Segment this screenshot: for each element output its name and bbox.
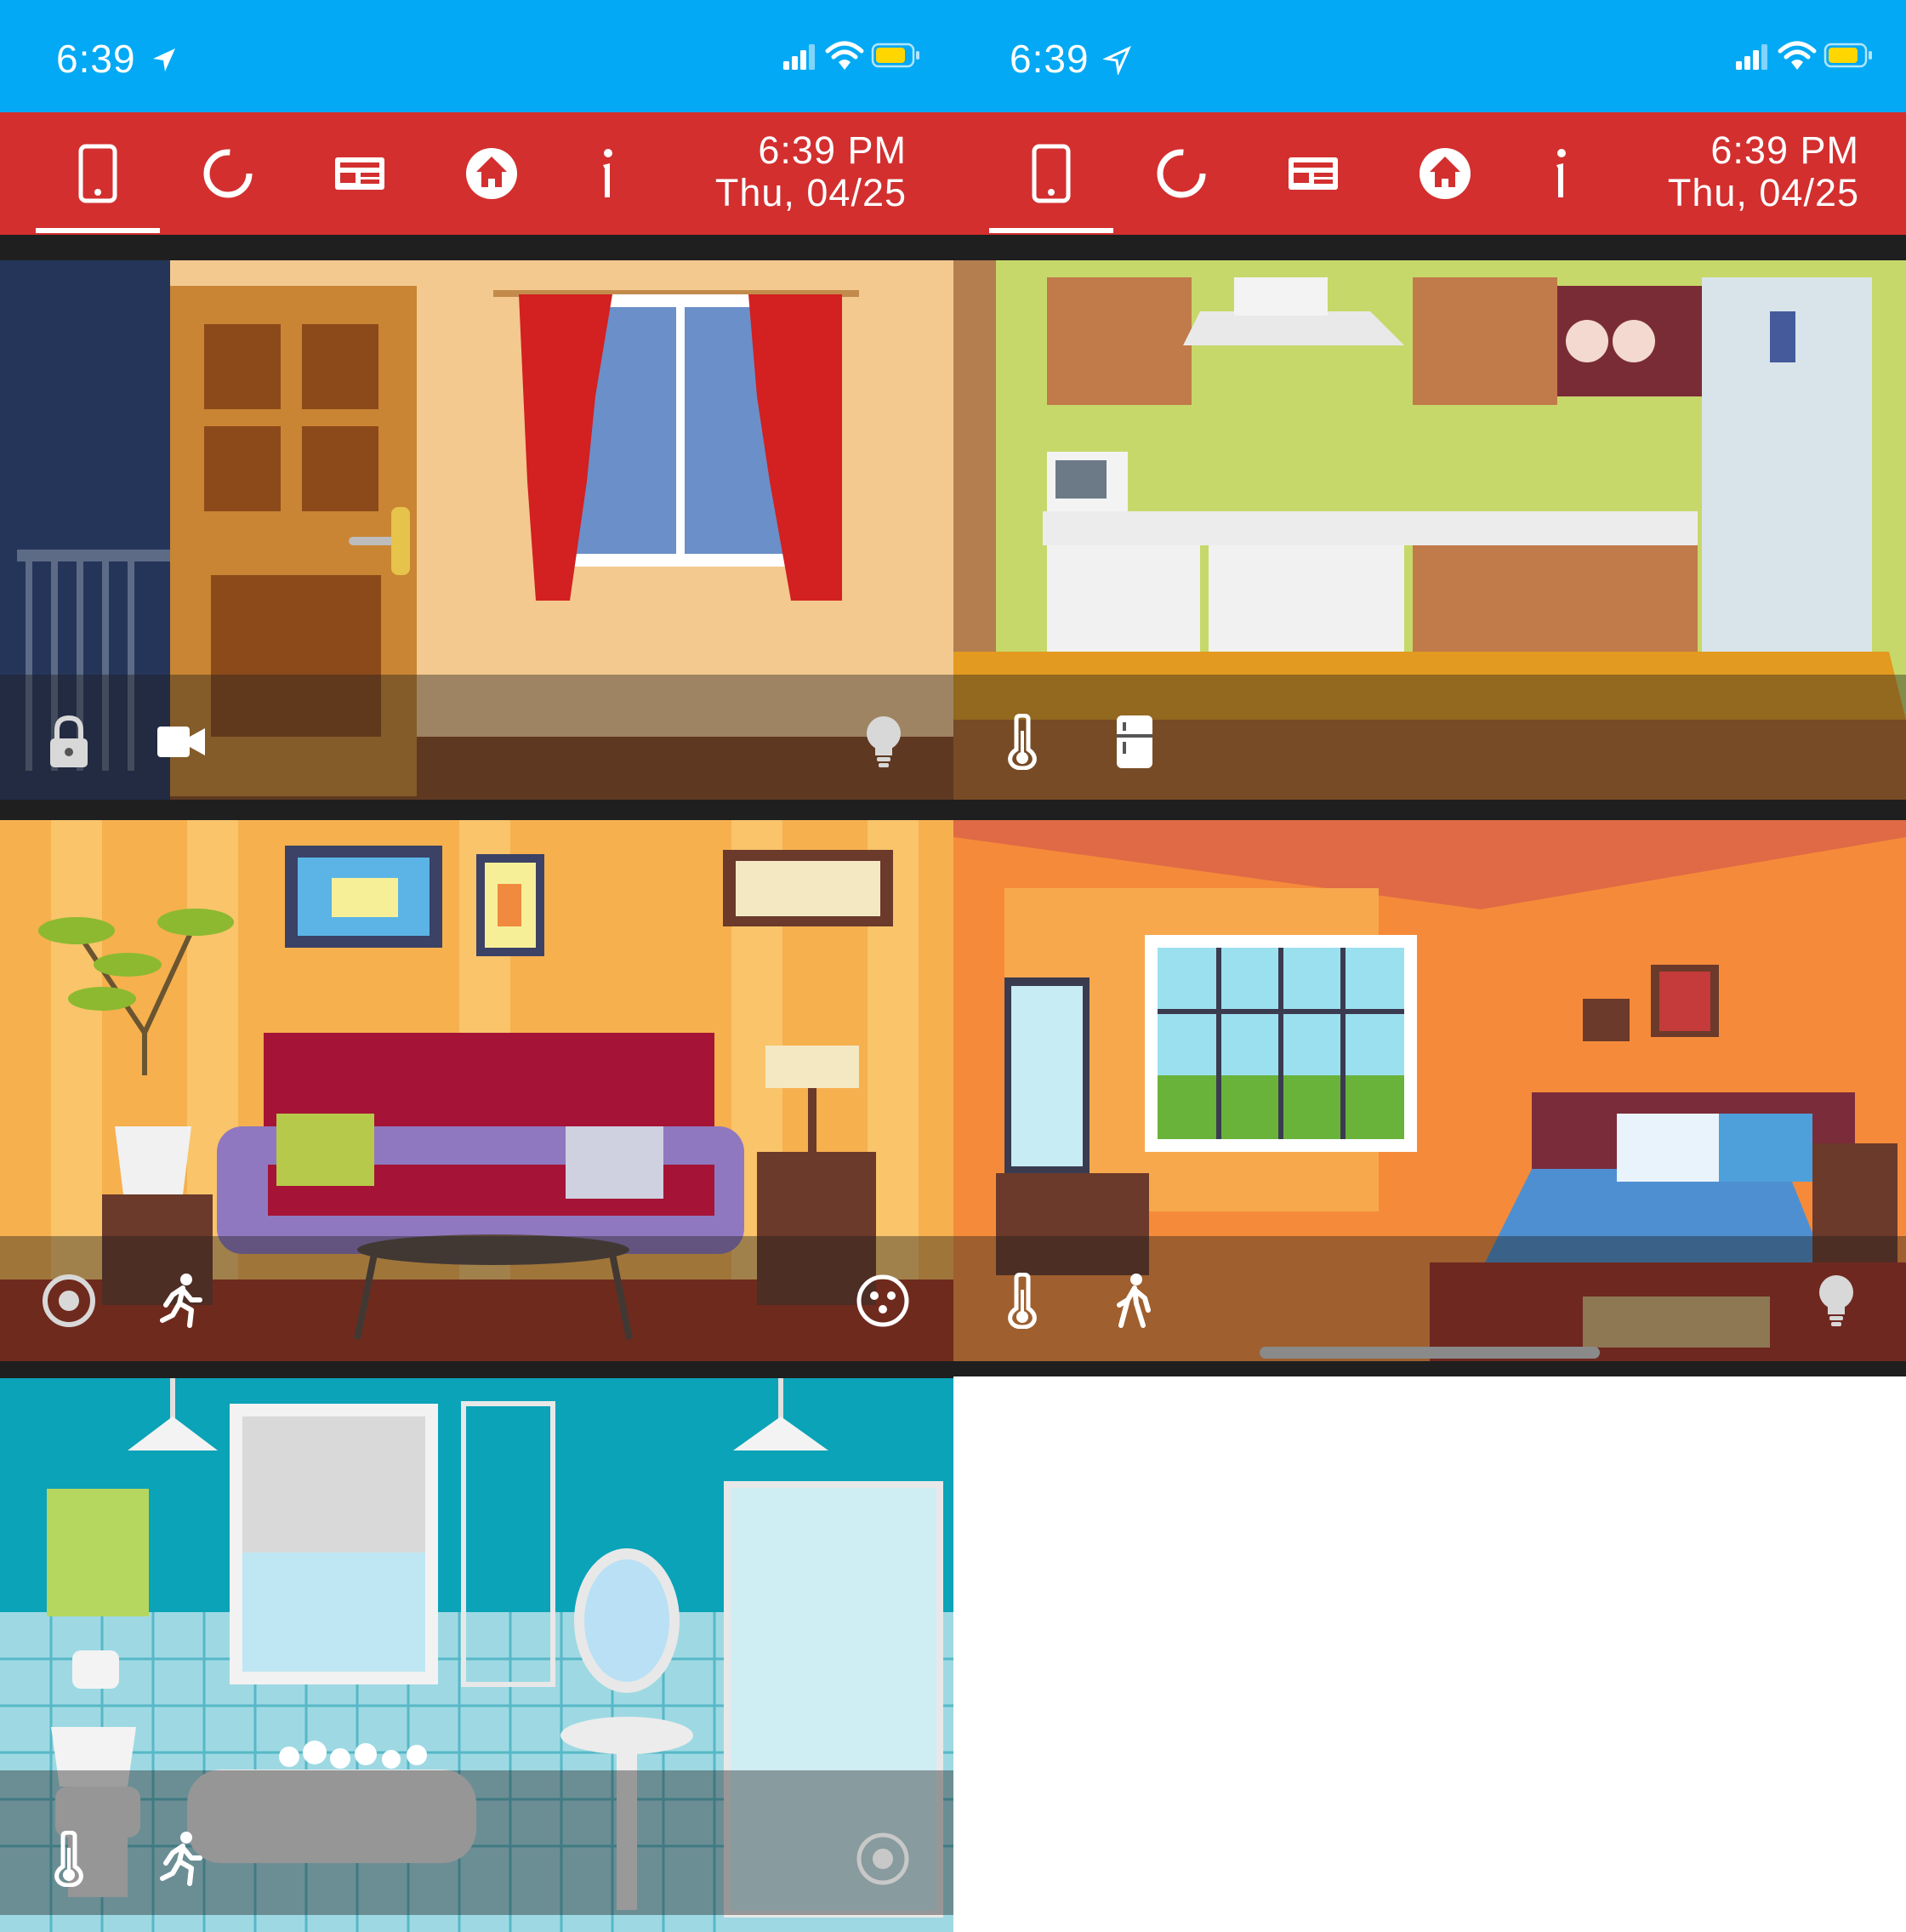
room-card-bathroom[interactable]: [0, 1378, 953, 1932]
tab-device[interactable]: [36, 112, 160, 235]
circular-progress-icon: [203, 149, 253, 198]
home-icon: [1420, 148, 1471, 199]
tab-hardware[interactable]: [298, 112, 422, 235]
active-tab-indicator: [989, 228, 1113, 233]
status-icons: [783, 39, 919, 73]
smart-plug-icon[interactable]: [853, 1271, 913, 1331]
thermometer-icon[interactable]: [993, 1271, 1052, 1331]
active-tab-indicator: [36, 228, 160, 233]
room-card-bedroom[interactable]: [953, 820, 1906, 1361]
motion-sensor-icon[interactable]: [1105, 1271, 1164, 1331]
cellular-signal-icon: [783, 44, 815, 70]
divider: [953, 1361, 1906, 1376]
room-controls-bar: [0, 675, 953, 800]
room-controls-bar: [953, 1236, 1906, 1361]
circular-progress-icon: [1157, 149, 1206, 198]
motion-sensor-icon[interactable]: [151, 1829, 211, 1889]
thermometer-icon[interactable]: [993, 712, 1052, 772]
location-arrow-icon: [1103, 46, 1131, 75]
clock-date: Thu, 04/25: [1667, 171, 1859, 214]
refrigerator-icon[interactable]: [1105, 712, 1164, 772]
room-controls-bar: [0, 1236, 953, 1361]
speaker-icon[interactable]: [39, 1271, 99, 1331]
speaker-icon[interactable]: [853, 1829, 913, 1889]
room-card-entrance[interactable]: [0, 260, 953, 800]
clock: 6:39 PM Thu, 04/25: [715, 129, 907, 214]
divider: [0, 235, 953, 260]
info-icon: [1556, 149, 1566, 197]
clock-time: 6:39 PM: [1710, 128, 1859, 172]
tab-home[interactable]: [430, 112, 554, 235]
battery-icon: [871, 43, 919, 68]
divider: [0, 800, 953, 820]
clock-time: 6:39 PM: [758, 128, 907, 172]
divider: [953, 235, 1906, 260]
lightbulb-icon[interactable]: [1806, 1271, 1866, 1331]
cellular-signal-icon: [1736, 44, 1767, 70]
right-screen: 6:39 6:39 PM Thu, 04/25: [953, 0, 1906, 1932]
motion-sensor-icon[interactable]: [151, 1271, 211, 1331]
status-bar: 6:39: [953, 0, 1906, 112]
status-icons: [1736, 39, 1872, 73]
info-icon: [603, 149, 612, 197]
home-icon: [466, 148, 517, 199]
app-bar: 6:39 PM Thu, 04/25: [0, 112, 953, 235]
tab-status[interactable]: [1119, 112, 1243, 235]
tab-info[interactable]: [544, 112, 669, 235]
tab-info[interactable]: [1498, 112, 1622, 235]
left-screen: 6:39 6:39 PM Thu, 04/25: [0, 0, 953, 1932]
smartphone-icon: [78, 144, 117, 203]
circuit-board-icon: [335, 157, 384, 190]
location-arrow-icon: [153, 48, 175, 71]
circuit-board-icon: [1289, 157, 1338, 190]
wifi-icon: [1778, 41, 1817, 70]
tab-device[interactable]: [989, 112, 1113, 235]
battery-icon: [1824, 43, 1872, 68]
room-card-kitchen[interactable]: [953, 260, 1906, 800]
app-bar: 6:39 PM Thu, 04/25: [953, 112, 1906, 235]
room-card-living-room[interactable]: [0, 820, 953, 1361]
thermometer-icon[interactable]: [39, 1829, 99, 1889]
tab-hardware[interactable]: [1251, 112, 1375, 235]
divider: [953, 800, 1906, 820]
tab-home[interactable]: [1383, 112, 1507, 235]
wifi-icon: [825, 41, 864, 70]
status-time: 6:39: [56, 37, 136, 81]
smartphone-icon: [1032, 144, 1071, 203]
video-camera-icon[interactable]: [151, 712, 211, 772]
tab-status[interactable]: [166, 112, 290, 235]
lock-icon[interactable]: [39, 712, 99, 772]
scroll-indicator[interactable]: [1260, 1347, 1600, 1359]
divider: [0, 1361, 953, 1378]
room-controls-bar: [953, 675, 1906, 800]
clock-date: Thu, 04/25: [714, 171, 907, 214]
status-bar: 6:39: [0, 0, 953, 112]
room-controls-bar: [0, 1770, 953, 1915]
status-time: 6:39: [1010, 37, 1090, 81]
lightbulb-icon[interactable]: [854, 712, 913, 772]
clock: 6:39 PM Thu, 04/25: [1668, 129, 1859, 214]
